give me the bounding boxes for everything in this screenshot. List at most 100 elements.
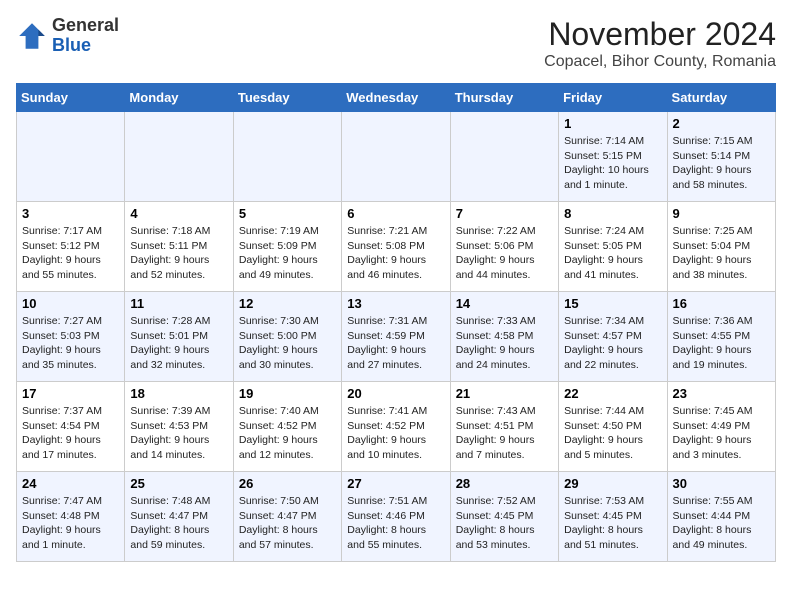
calendar-cell: 30 Sunrise: 7:55 AM Sunset: 4:44 PM Dayli… <box>667 472 775 562</box>
weekday-header-saturday: Saturday <box>667 84 775 112</box>
calendar-cell: 9 Sunrise: 7:25 AM Sunset: 5:04 PM Daylig… <box>667 202 775 292</box>
day-number: 1 <box>564 116 661 131</box>
page-title: November 2024 <box>544 16 776 53</box>
day-number: 22 <box>564 386 661 401</box>
calendar-cell: 25Sunrise: 7:48 AM Sunset: 4:47 PM Dayli… <box>125 472 233 562</box>
calendar-cell: 22 Sunrise: 7:44 AM Sunset: 4:50 PM Dayli… <box>559 382 667 472</box>
day-number: 29 <box>564 476 661 491</box>
day-number: 18 <box>130 386 227 401</box>
calendar-cell: 8 Sunrise: 7:24 AM Sunset: 5:05 PM Daylig… <box>559 202 667 292</box>
title-block: November 2024 Copacel, Bihor County, Rom… <box>544 16 776 71</box>
day-info: Sunrise: 7:47 AM Sunset: 4:48 PM Dayligh… <box>22 494 119 553</box>
day-number: 23 <box>673 386 770 401</box>
calendar-cell: 15 Sunrise: 7:34 AM Sunset: 4:57 PM Dayli… <box>559 292 667 382</box>
day-info: Sunrise: 7:43 AM Sunset: 4:51 PM Dayligh… <box>456 404 553 463</box>
calendar-cell: 11Sunrise: 7:28 AM Sunset: 5:01 PM Dayli… <box>125 292 233 382</box>
calendar-cell: 6 Sunrise: 7:21 AM Sunset: 5:08 PM Daylig… <box>342 202 450 292</box>
day-info: Sunrise: 7:45 AM Sunset: 4:49 PM Dayligh… <box>673 404 770 463</box>
calendar-week-row: 10 Sunrise: 7:27 AM Sunset: 5:03 PM Dayli… <box>17 292 776 382</box>
day-number: 27 <box>347 476 444 491</box>
calendar-cell: 3 Sunrise: 7:17 AM Sunset: 5:12 PM Daylig… <box>17 202 125 292</box>
day-number: 12 <box>239 296 336 311</box>
day-info: Sunrise: 7:52 AM Sunset: 4:45 PM Dayligh… <box>456 494 553 553</box>
day-number: 5 <box>239 206 336 221</box>
day-number: 13 <box>347 296 444 311</box>
day-info: Sunrise: 7:15 AM Sunset: 5:14 PM Dayligh… <box>673 134 770 193</box>
day-number: 9 <box>673 206 770 221</box>
day-number: 10 <box>22 296 119 311</box>
calendar-cell: 21 Sunrise: 7:43 AM Sunset: 4:51 PM Dayli… <box>450 382 558 472</box>
day-info: Sunrise: 7:24 AM Sunset: 5:05 PM Dayligh… <box>564 224 661 283</box>
weekday-header-friday: Friday <box>559 84 667 112</box>
day-number: 15 <box>564 296 661 311</box>
calendar-cell: 7 Sunrise: 7:22 AM Sunset: 5:06 PM Daylig… <box>450 202 558 292</box>
day-number: 21 <box>456 386 553 401</box>
calendar-cell: 23 Sunrise: 7:45 AM Sunset: 4:49 PM Dayli… <box>667 382 775 472</box>
day-number: 26 <box>239 476 336 491</box>
day-number: 17 <box>22 386 119 401</box>
calendar-week-row: 17 Sunrise: 7:37 AM Sunset: 4:54 PM Dayli… <box>17 382 776 472</box>
day-info: Sunrise: 7:39 AM Sunset: 4:53 PM Dayligh… <box>130 404 227 463</box>
weekday-header-thursday: Thursday <box>450 84 558 112</box>
day-info: Sunrise: 7:40 AM Sunset: 4:52 PM Dayligh… <box>239 404 336 463</box>
calendar-cell: 12Sunrise: 7:30 AM Sunset: 5:00 PM Dayli… <box>233 292 341 382</box>
day-number: 4 <box>130 206 227 221</box>
calendar-cell <box>17 112 125 202</box>
day-info: Sunrise: 7:19 AM Sunset: 5:09 PM Dayligh… <box>239 224 336 283</box>
day-number: 8 <box>564 206 661 221</box>
logo: General Blue <box>16 16 119 56</box>
day-info: Sunrise: 7:50 AM Sunset: 4:47 PM Dayligh… <box>239 494 336 553</box>
day-number: 20 <box>347 386 444 401</box>
day-info: Sunrise: 7:36 AM Sunset: 4:55 PM Dayligh… <box>673 314 770 373</box>
day-info: Sunrise: 7:25 AM Sunset: 5:04 PM Dayligh… <box>673 224 770 283</box>
calendar-week-row: 1 Sunrise: 7:14 AM Sunset: 5:15 PM Daylig… <box>17 112 776 202</box>
day-info: Sunrise: 7:55 AM Sunset: 4:44 PM Dayligh… <box>673 494 770 553</box>
day-number: 30 <box>673 476 770 491</box>
day-number: 3 <box>22 206 119 221</box>
day-info: Sunrise: 7:53 AM Sunset: 4:45 PM Dayligh… <box>564 494 661 553</box>
page-subtitle: Copacel, Bihor County, Romania <box>544 53 776 71</box>
day-number: 6 <box>347 206 444 221</box>
day-info: Sunrise: 7:17 AM Sunset: 5:12 PM Dayligh… <box>22 224 119 283</box>
calendar-table: SundayMondayTuesdayWednesdayThursdayFrid… <box>16 83 776 562</box>
day-number: 16 <box>673 296 770 311</box>
calendar-cell: 20 Sunrise: 7:41 AM Sunset: 4:52 PM Dayli… <box>342 382 450 472</box>
calendar-week-row: 24 Sunrise: 7:47 AM Sunset: 4:48 PM Dayli… <box>17 472 776 562</box>
calendar-cell: 13 Sunrise: 7:31 AM Sunset: 4:59 PM Dayli… <box>342 292 450 382</box>
calendar-cell: 18 Sunrise: 7:39 AM Sunset: 4:53 PM Dayli… <box>125 382 233 472</box>
day-info: Sunrise: 7:31 AM Sunset: 4:59 PM Dayligh… <box>347 314 444 373</box>
day-info: Sunrise: 7:22 AM Sunset: 5:06 PM Dayligh… <box>456 224 553 283</box>
day-number: 11 <box>130 296 227 311</box>
calendar-cell: 4 Sunrise: 7:18 AM Sunset: 5:11 PM Daylig… <box>125 202 233 292</box>
day-number: 24 <box>22 476 119 491</box>
day-info: Sunrise: 7:34 AM Sunset: 4:57 PM Dayligh… <box>564 314 661 373</box>
calendar-cell <box>233 112 341 202</box>
day-info: Sunrise: 7:27 AM Sunset: 5:03 PM Dayligh… <box>22 314 119 373</box>
logo-icon <box>16 20 48 52</box>
calendar-cell: 5 Sunrise: 7:19 AM Sunset: 5:09 PM Daylig… <box>233 202 341 292</box>
day-info: Sunrise: 7:44 AM Sunset: 4:50 PM Dayligh… <box>564 404 661 463</box>
calendar-cell <box>125 112 233 202</box>
weekday-header-tuesday: Tuesday <box>233 84 341 112</box>
calendar-cell: 10 Sunrise: 7:27 AM Sunset: 5:03 PM Dayli… <box>17 292 125 382</box>
day-info: Sunrise: 7:18 AM Sunset: 5:11 PM Dayligh… <box>130 224 227 283</box>
calendar-cell: 2 Sunrise: 7:15 AM Sunset: 5:14 PM Daylig… <box>667 112 775 202</box>
weekday-header-row: SundayMondayTuesdayWednesdayThursdayFrid… <box>17 84 776 112</box>
day-info: Sunrise: 7:37 AM Sunset: 4:54 PM Dayligh… <box>22 404 119 463</box>
day-info: Sunrise: 7:51 AM Sunset: 4:46 PM Dayligh… <box>347 494 444 553</box>
page-header: General Blue November 2024 Copacel, Biho… <box>16 16 776 71</box>
calendar-cell: 1 Sunrise: 7:14 AM Sunset: 5:15 PM Daylig… <box>559 112 667 202</box>
day-number: 25 <box>130 476 227 491</box>
day-number: 14 <box>456 296 553 311</box>
day-number: 28 <box>456 476 553 491</box>
day-info: Sunrise: 7:21 AM Sunset: 5:08 PM Dayligh… <box>347 224 444 283</box>
day-info: Sunrise: 7:41 AM Sunset: 4:52 PM Dayligh… <box>347 404 444 463</box>
calendar-cell: 19 Sunrise: 7:40 AM Sunset: 4:52 PM Dayli… <box>233 382 341 472</box>
day-number: 7 <box>456 206 553 221</box>
day-info: Sunrise: 7:14 AM Sunset: 5:15 PM Dayligh… <box>564 134 661 193</box>
day-number: 2 <box>673 116 770 131</box>
calendar-week-row: 3 Sunrise: 7:17 AM Sunset: 5:12 PM Daylig… <box>17 202 776 292</box>
calendar-cell <box>450 112 558 202</box>
calendar-cell: 17 Sunrise: 7:37 AM Sunset: 4:54 PM Dayli… <box>17 382 125 472</box>
day-number: 19 <box>239 386 336 401</box>
